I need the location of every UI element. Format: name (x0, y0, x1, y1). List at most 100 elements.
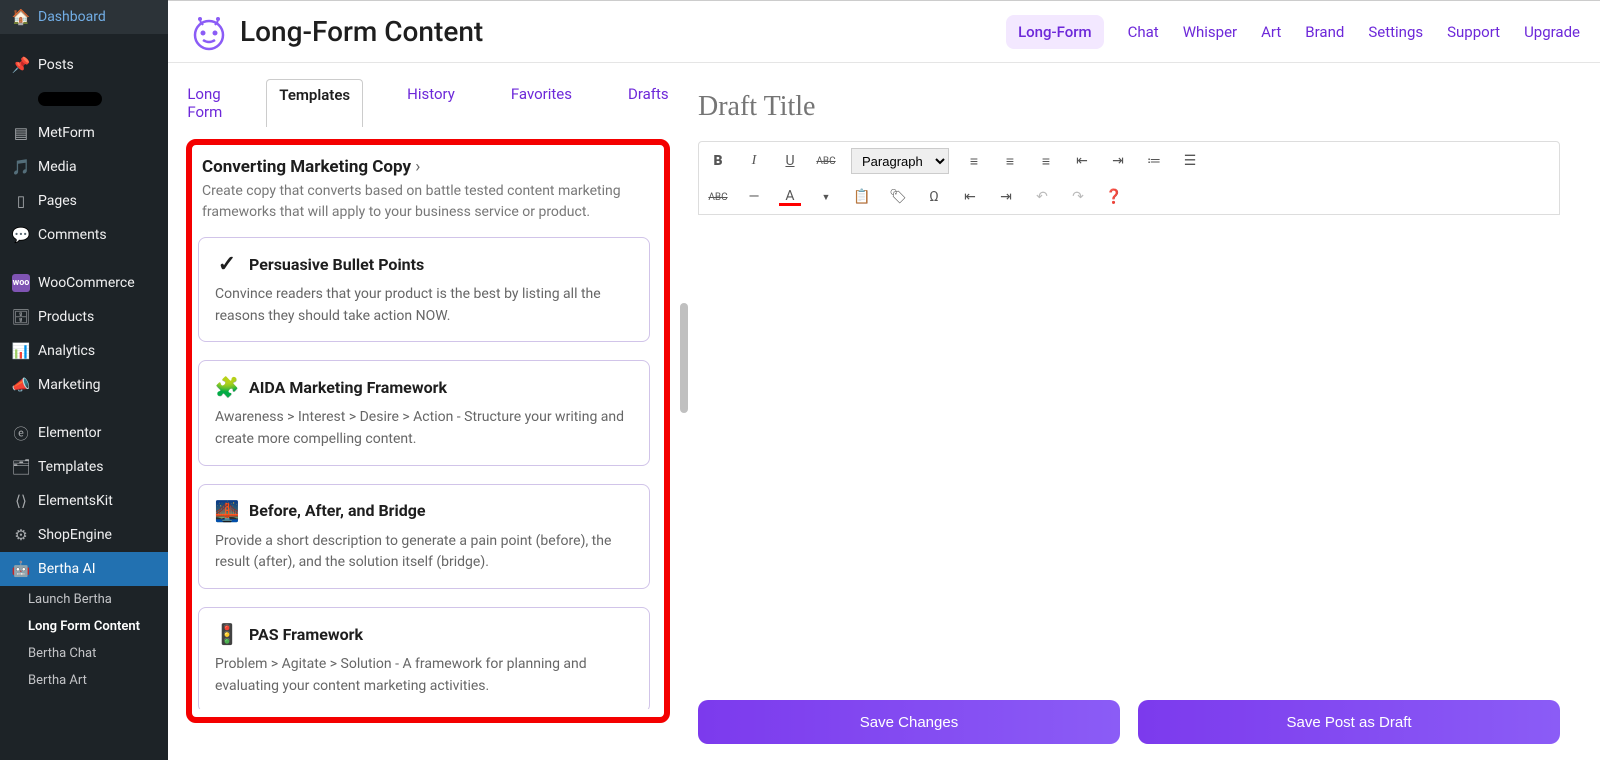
number-list-icon[interactable]: ☰ (1179, 150, 1201, 172)
bold-button[interactable]: B (707, 150, 729, 172)
sidebar-item-label: Bertha AI (38, 561, 96, 577)
template-card-desc: Convince readers that your product is th… (215, 284, 633, 327)
sidebar-item-media[interactable]: 🎵Media (0, 150, 168, 184)
italic-button[interactable]: I (743, 150, 765, 172)
template-category-title[interactable]: Converting Marketing Copy (198, 153, 650, 179)
sidebar-item-label: Get Genie (38, 92, 102, 106)
align-center-icon[interactable]: ≡ (999, 150, 1021, 172)
product-icon: 🗄 (12, 308, 30, 326)
indent-icon[interactable]: ⇥ (1107, 150, 1129, 172)
pin-icon: 📌 (12, 56, 30, 74)
save-draft-button[interactable]: Save Post as Draft (1138, 700, 1560, 744)
sidebar-item-label: Marketing (38, 377, 101, 393)
paste-icon[interactable]: 📋 (851, 186, 873, 208)
sidebar-item-label: WooCommerce (38, 275, 135, 291)
sidebar-item-metform[interactable]: ▤MetForm (0, 116, 168, 150)
clear-format-button[interactable]: ABC (707, 186, 729, 208)
sidebar-sub-longform[interactable]: Long Form Content (0, 613, 168, 640)
template-card-desc: Provide a short description to generate … (215, 531, 633, 574)
sidebar-item-bertha[interactable]: 🤖 Bertha AI (0, 552, 168, 586)
nav-art[interactable]: Art (1261, 23, 1281, 41)
tab-history[interactable]: History (395, 79, 467, 127)
template-card-title: PAS Framework (249, 625, 363, 644)
nav-support[interactable]: Support (1447, 23, 1500, 41)
gauge-icon: 🏠 (12, 8, 30, 26)
main-content: Long-Form Content Long-Form Chat Whisper… (168, 0, 1600, 760)
sidebar-item-label: Dashboard (38, 9, 106, 25)
analytics-icon: 📊 (12, 342, 30, 360)
bertha-icon: 🤖 (12, 560, 30, 578)
leftcol-scrollbar[interactable] (680, 303, 688, 413)
sidebar-item-analytics[interactable]: 📊Analytics (0, 334, 168, 368)
special-char-icon[interactable]: Ω (923, 186, 945, 208)
sidebar-item-label: Comments (38, 227, 107, 243)
marketing-icon: 📣 (12, 376, 30, 394)
tab-drafts[interactable]: Drafts (616, 79, 681, 127)
sidebar-item-label: Elementor (38, 425, 101, 441)
sidebar-item-label: Media (38, 159, 77, 175)
sidebar-sub-launch[interactable]: Launch Bertha (0, 586, 168, 613)
template-card-aida[interactable]: 🧩AIDA Marketing Framework Awareness > In… (198, 360, 650, 465)
sidebar-item-templates[interactable]: 🗂Templates (0, 450, 168, 484)
sidebar-item-comments[interactable]: 💬 Comments (0, 218, 168, 252)
sidebar-item-elementor[interactable]: ⓔ Elementor (0, 416, 168, 450)
genie-icon (12, 90, 30, 108)
tab-favorites[interactable]: Favorites (499, 79, 584, 127)
nav-settings[interactable]: Settings (1368, 23, 1423, 41)
color-dropdown-icon[interactable]: ▼ (815, 186, 837, 208)
traffic-icon: 🚦 (215, 622, 239, 646)
sidebar-item-getgenie[interactable]: Get Genie (0, 82, 168, 116)
elementor-icon: ⓔ (12, 424, 30, 442)
tag-icon[interactable]: 🏷 (887, 186, 909, 208)
template-card-title: AIDA Marketing Framework (249, 378, 447, 397)
sidebar-item-dashboard[interactable]: 🏠 Dashboard (0, 0, 168, 34)
redo-icon[interactable]: ↷ (1067, 186, 1089, 208)
ekit-icon: ⟨⟩ (12, 492, 30, 510)
undo-icon[interactable]: ↶ (1031, 186, 1053, 208)
sidebar-item-products[interactable]: 🗄Products (0, 300, 168, 334)
sidebar-item-elementskit[interactable]: ⟨⟩ElementsKit (0, 484, 168, 518)
tab-templates[interactable]: Templates (266, 79, 363, 127)
sidebar-item-pages[interactable]: ▯Pages (0, 184, 168, 218)
outdent-icon[interactable]: ⇤ (1071, 150, 1093, 172)
sidebar-item-marketing[interactable]: 📣 Marketing (0, 368, 168, 402)
align-right-icon[interactable]: ≡ (1035, 150, 1057, 172)
nav-upgrade[interactable]: Upgrade (1524, 23, 1580, 41)
page-icon: ▯ (12, 192, 30, 210)
wp-admin-sidebar: 🏠 Dashboard 📌Posts Get Genie ▤MetForm 🎵Me… (0, 0, 168, 760)
nav-longform[interactable]: Long-Form (1006, 15, 1104, 49)
shopengine-icon: ⚙ (12, 526, 30, 544)
text-color-icon[interactable]: A (779, 188, 801, 206)
template-card-bab[interactable]: 🌉Before, After, and Bridge Provide a sho… (198, 484, 650, 589)
top-nav: Long-Form Chat Whisper Art Brand Setting… (1006, 15, 1580, 49)
sidebar-sub-art[interactable]: Bertha Art (0, 667, 168, 694)
sidebar-item-shopengine[interactable]: ⚙ShopEngine (0, 518, 168, 552)
save-changes-button[interactable]: Save Changes (698, 700, 1120, 744)
bullet-list-icon[interactable]: ≔ (1143, 150, 1165, 172)
woo-icon: woo (12, 274, 30, 292)
templates-list[interactable]: Converting Marketing Copy Create copy th… (198, 153, 658, 709)
template-card-desc: Awareness > Interest > Desire > Action -… (215, 407, 633, 450)
horizontal-rule-icon[interactable]: — (743, 186, 765, 208)
sidebar-item-woocommerce[interactable]: woo WooCommerce (0, 266, 168, 300)
help-icon[interactable]: ❓ (1103, 186, 1125, 208)
indent2-icon[interactable]: ⇥ (995, 186, 1017, 208)
tab-longform[interactable]: Long Form (175, 79, 234, 127)
template-category-desc: Create copy that converts based on battl… (198, 179, 650, 237)
sidebar-item-posts[interactable]: 📌Posts (0, 48, 168, 82)
sidebar-sub-chat[interactable]: Bertha Chat (0, 640, 168, 667)
template-card-bullets[interactable]: ✓Persuasive Bullet Points Convince reade… (198, 237, 650, 342)
nav-chat[interactable]: Chat (1128, 23, 1159, 41)
strikethrough-button[interactable]: ABC (815, 150, 837, 172)
content-tabs: Long Form Templates History Favorites Dr… (186, 63, 670, 139)
draft-title-input[interactable] (698, 83, 1560, 141)
template-card-pas[interactable]: 🚦PAS Framework Problem > Agitate > Solut… (198, 607, 650, 709)
nav-whisper[interactable]: Whisper (1183, 23, 1237, 41)
comment-icon: 💬 (12, 226, 30, 244)
nav-brand[interactable]: Brand (1305, 23, 1344, 41)
align-left-icon[interactable]: ≡ (963, 150, 985, 172)
paragraph-select[interactable]: Paragraph (851, 148, 949, 174)
underline-button[interactable]: U (779, 150, 801, 172)
outdent2-icon[interactable]: ⇤ (959, 186, 981, 208)
template-card-title: Persuasive Bullet Points (249, 255, 424, 274)
